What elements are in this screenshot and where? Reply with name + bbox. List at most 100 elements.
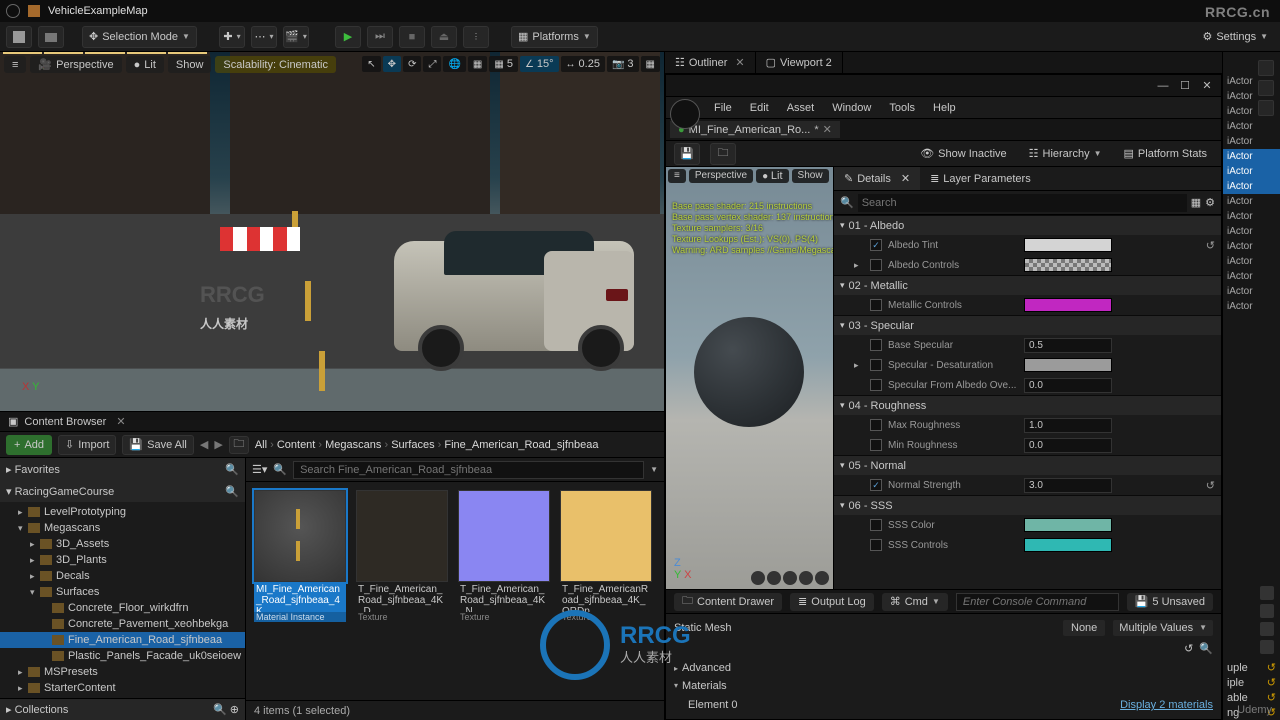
gutter-icon[interactable] [1258,100,1274,116]
override-checkbox[interactable] [870,539,882,551]
outliner-row[interactable]: iActor [1223,209,1280,224]
search-icon[interactable]: 🔍 [225,485,239,498]
content-drawer-button[interactable]: 🗀 Content Drawer [674,593,782,611]
reset-icon[interactable]: ↺ [1206,479,1215,492]
color-swatch[interactable] [1024,298,1112,312]
number-input[interactable]: 0.5 [1024,338,1112,353]
advanced-category[interactable]: ▸Advanced [674,660,1213,676]
override-checkbox[interactable] [870,339,882,351]
outliner-row[interactable]: iActor [1223,269,1280,284]
gutter-icon[interactable] [1258,80,1274,96]
tree-row[interactable]: ▾Megascans [0,520,245,536]
asset-tile[interactable]: T_Fine_AmericanRoad_sjfnbeaa_4K_ORDpText… [560,490,652,622]
tree-row[interactable]: ▸MSPresets [0,664,245,680]
override-checkbox[interactable] [870,299,882,311]
details-category[interactable]: ▾03 - Specular [834,315,1221,335]
static-mesh-none[interactable]: None [1063,620,1105,636]
number-input[interactable]: 0.0 [1024,438,1112,453]
search-icon[interactable]: 🔍 [213,704,227,716]
preview-perspective-dropdown[interactable]: Perspective [689,169,753,183]
outliner-row[interactable]: iActor [1223,284,1280,299]
menu-window[interactable]: Window [824,102,879,114]
override-checkbox[interactable]: ✓ [870,239,882,251]
history-fwd-icon[interactable]: ▶ [214,438,222,451]
close-icon[interactable]: ✕ [116,415,125,428]
view-options-icon[interactable]: ▦ [1191,196,1201,209]
dock-icon[interactable] [1260,604,1274,618]
color-swatch[interactable] [1024,538,1112,552]
scalability-pill[interactable]: Scalability: Cinematic [215,56,336,73]
details-property[interactable]: Metallic Controls [834,295,1221,315]
marketplace-button[interactable]: ⋯▾ [251,26,277,48]
cinematics-button[interactable]: 🎬▾ [283,26,309,48]
asset-tile[interactable]: MI_Fine_American_Road_sjfnbeaa_4KMateria… [254,490,346,622]
play-options-button[interactable]: ⋮ [463,26,489,48]
details-property[interactable]: ✓Albedo Tint↺ [834,235,1221,255]
close-icon[interactable]: ✕ [735,56,744,69]
details-property[interactable]: ✓Normal Strength3.0↺ [834,475,1221,495]
path-root-button[interactable]: 🗀 [229,436,249,454]
color-swatch[interactable] [1024,518,1112,532]
cmd-dropdown[interactable]: ⌘ Cmd ▼ [882,593,948,611]
outliner-row[interactable]: iple↺ [1223,675,1280,690]
number-input[interactable]: 1.0 [1024,418,1112,433]
tree-row[interactable]: ▸StarterContent [0,680,245,696]
menu-edit[interactable]: Edit [742,102,777,114]
breadcrumb-segment[interactable]: Surfaces [391,439,434,451]
materials-category[interactable]: ▾Materials [674,678,1213,694]
breadcrumb-segment[interactable]: Content [277,439,316,451]
add-content-button[interactable]: ✚▾ [219,26,245,48]
perspective-dropdown[interactable]: 🎥Perspective [30,56,121,73]
menu-tools[interactable]: Tools [881,102,923,114]
favorites-header[interactable]: ▸ Favorites 🔍 [0,458,245,480]
outliner-row[interactable]: iActor [1223,239,1280,254]
show-inactive-toggle[interactable]: 👁Show Inactive [914,143,1012,165]
details-property[interactable]: Max Roughness1.0 [834,415,1221,435]
outliner-row[interactable]: iActor [1223,299,1280,314]
sync-icon[interactable]: ↺ [1184,642,1193,655]
asset-tile[interactable]: T_Fine_American_Road_sjfnbeaa_4K_DTextur… [356,490,448,622]
viewport-menu-button[interactable]: ≡ [4,56,26,73]
tree-row[interactable]: Plastic_Panels_Facade_uk0seioew [0,648,245,664]
tree-row[interactable]: ▸3D_Plants [0,552,245,568]
gear-icon[interactable]: ⚙ [1205,196,1215,209]
viewport-layout[interactable]: ▦ [641,56,660,72]
details-property[interactable]: SSS Controls [834,535,1221,555]
search-icon[interactable]: 🔍 [225,463,239,476]
world-local-toggle[interactable]: 🌐 [443,56,465,72]
selection-mode-dropdown[interactable]: ✥ Selection Mode ▼ [82,26,197,48]
dock-icon[interactable] [1260,640,1274,654]
color-swatch[interactable] [1024,238,1112,252]
override-checkbox[interactable] [870,359,882,371]
folder-tree[interactable]: ▸LevelPrototyping▾Megascans▸3D_Assets▸3D… [0,502,245,698]
reset-icon[interactable]: ↺ [1206,239,1215,252]
details-property[interactable]: SSS Color [834,515,1221,535]
minimize-button[interactable]: — [1155,79,1171,93]
save-all-button[interactable]: 💾 Save All [122,435,193,455]
lit-dropdown[interactable]: ●Lit [126,56,164,73]
tree-row[interactable]: ▸LevelPrototyping [0,504,245,520]
hierarchy-dropdown[interactable]: ☷Hierarchy▼ [1023,143,1108,165]
tree-row[interactable]: Concrete_Floor_wirkdfrn [0,600,245,616]
details-property[interactable]: Base Specular0.5 [834,335,1221,355]
override-checkbox[interactable]: ✓ [870,479,882,491]
details-property[interactable]: Specular From Albedo Ove...0.0 [834,375,1221,395]
scale-tool[interactable]: ⤢ [423,56,441,72]
number-input[interactable]: 0.0 [1024,378,1112,393]
details-property[interactable]: ▸Specular - Desaturation [834,355,1221,375]
tab-details[interactable]: ✎Details✕ [834,167,920,190]
settings-dropdown[interactable]: ⚙ Settings ▼ [1196,26,1274,48]
tree-row[interactable]: ▸3D_Assets [0,536,245,552]
menu-asset[interactable]: Asset [779,102,823,114]
asset-tile[interactable]: T_Fine_American_Road_sjfnbeaa_4K_NTextur… [458,490,550,622]
project-header[interactable]: ▾ RacingGameCourse 🔍 [0,480,245,502]
browse-icon[interactable]: 🔍 [1199,642,1213,655]
collections-header[interactable]: ▸ Collections 🔍 ⊕ [0,698,245,720]
output-log-button[interactable]: ≣ Output Log [790,593,874,611]
translate-tool[interactable]: ✥ [383,56,401,72]
stop-button[interactable]: ■ [399,26,425,48]
add-button[interactable]: + Add [6,435,52,455]
preview-shape-icons[interactable] [751,571,829,585]
preview-lit-dropdown[interactable]: ● Lit [756,169,788,183]
scale-snap[interactable]: ↔ 0.25 [561,56,605,72]
